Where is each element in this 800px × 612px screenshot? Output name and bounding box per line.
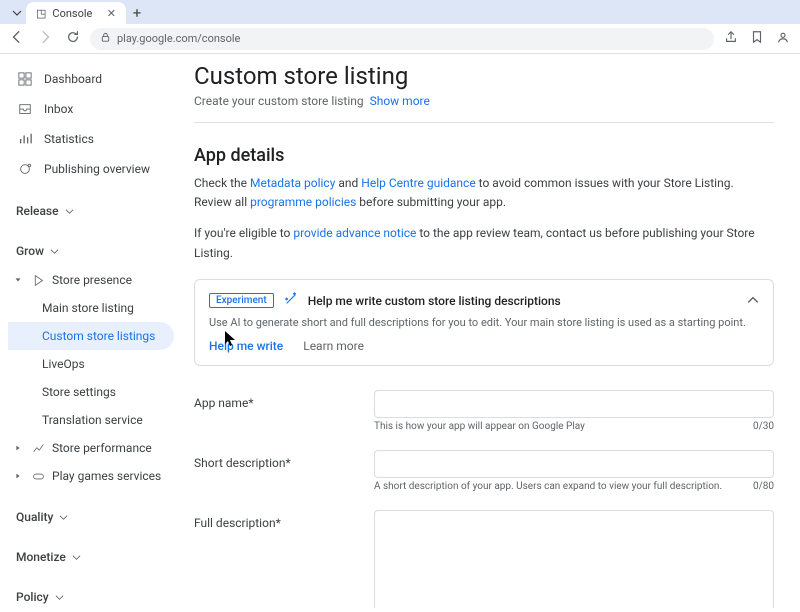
sidebar-item-publishing[interactable]: Publishing overview (8, 154, 180, 184)
experiment-title: Help me write custom store listing descr… (308, 294, 561, 308)
short-desc-counter: 0/80 (753, 481, 774, 492)
sidebar-item-main-listing[interactable]: Main store listing (8, 294, 174, 322)
magic-wand-icon (284, 292, 298, 310)
app-name-input[interactable] (374, 390, 774, 418)
chevron-down-icon (65, 207, 74, 216)
sidebar-item-dashboard[interactable]: Dashboard (8, 64, 180, 94)
divider (194, 122, 774, 123)
sidebar-section-label: Grow (16, 244, 44, 258)
sidebar-item-liveops[interactable]: LiveOps (8, 350, 174, 378)
full-desc-input[interactable] (374, 510, 774, 608)
address-bar[interactable]: play.google.com/console (90, 28, 714, 50)
dashboard-icon (16, 72, 34, 86)
reload-icon[interactable] (66, 30, 80, 48)
caret-down-icon (14, 273, 24, 287)
app-name-helper: This is how your app will appear on Goog… (374, 421, 585, 432)
programme-policies-link[interactable]: programme policies (250, 195, 356, 209)
back-icon[interactable] (10, 30, 24, 48)
browser-toolbar: play.google.com/console (0, 24, 800, 54)
sidebar-item-store-presence[interactable]: Store presence (8, 266, 180, 294)
short-desc-label: Short description* (194, 450, 374, 492)
experiment-description: Use AI to generate short and full descri… (209, 316, 759, 329)
publishing-icon (16, 162, 34, 176)
metadata-policy-link[interactable]: Metadata policy (250, 176, 335, 190)
app-details-paragraph-2: If you're eligible to provide advance no… (194, 224, 774, 262)
tab-favicon: ◳ (36, 7, 46, 20)
chevron-down-icon (72, 553, 81, 562)
statistics-icon (16, 132, 34, 146)
caret-right-icon (14, 469, 24, 483)
sidebar-item-translation[interactable]: Translation service (8, 406, 174, 434)
app-name-counter: 0/30 (753, 421, 774, 432)
advance-notice-link[interactable]: provide advance notice (293, 226, 416, 240)
browser-tab[interactable]: ◳ Console ✕ (26, 2, 126, 24)
sidebar-item-store-performance[interactable]: Store performance (8, 434, 180, 462)
chevron-up-icon[interactable] (747, 294, 759, 310)
new-tab-button[interactable]: + (126, 2, 148, 24)
page-subtitle: Create your custom store listing Show mo… (194, 94, 774, 108)
close-icon[interactable]: ✕ (107, 7, 116, 20)
help-me-write-button[interactable]: Help me write (209, 339, 283, 353)
sidebar-item-label: Dashboard (44, 72, 102, 86)
games-icon (30, 470, 46, 483)
sidebar-section-grow[interactable]: Grow (8, 236, 180, 266)
forward-icon[interactable] (38, 30, 52, 48)
browser-tab-strip: ◳ Console ✕ + (0, 0, 800, 24)
sidebar-section-label: Quality (16, 510, 53, 524)
app-name-label: App name* (194, 390, 374, 432)
form-row-full-desc: Full description* 0/4000 (194, 510, 774, 608)
sidebar-item-label: Store presence (52, 273, 132, 287)
experiment-badge: Experiment (209, 293, 274, 308)
play-icon (30, 274, 46, 287)
page-title: Custom store listing (194, 62, 774, 90)
trend-icon (30, 442, 46, 455)
chevron-down-icon (55, 593, 64, 602)
lock-icon (100, 32, 111, 46)
sidebar-section-release[interactable]: Release (8, 196, 180, 226)
url-text: play.google.com/console (117, 32, 240, 45)
sidebar-item-play-games[interactable]: Play games services (8, 462, 180, 490)
show-more-link[interactable]: Show more (370, 94, 430, 108)
sidebar-item-label: Play games services (52, 469, 161, 483)
short-desc-input[interactable] (374, 450, 774, 478)
form-row-short-desc: Short description* A short description o… (194, 450, 774, 492)
sidebar-item-statistics[interactable]: Statistics (8, 124, 180, 154)
sidebar-item-label: Store performance (52, 441, 152, 455)
full-desc-label: Full description* (194, 510, 374, 608)
app-details-paragraph-1: Check the Metadata policy and Help Centr… (194, 174, 774, 212)
inbox-icon (16, 102, 34, 116)
sidebar-section-label: Monetize (16, 550, 66, 564)
sidebar-section-label: Release (16, 204, 59, 218)
tab-title: Console (52, 7, 92, 20)
sidebar-section-label: Policy (16, 590, 49, 604)
experiment-panel: Experiment Help me write custom store li… (194, 279, 774, 366)
caret-right-icon (14, 441, 24, 455)
chevron-down-icon (59, 513, 68, 522)
section-heading-app-details: App details (194, 145, 774, 166)
sidebar-section-monetize[interactable]: Monetize (8, 542, 180, 572)
sidebar-item-store-settings[interactable]: Store settings (8, 378, 174, 406)
bookmark-icon[interactable] (750, 30, 764, 48)
sidebar: Dashboard Inbox Statistics Publishing ov… (0, 54, 180, 608)
tab-dropdown[interactable] (8, 2, 26, 24)
chevron-down-icon (50, 247, 59, 256)
profile-icon[interactable] (776, 30, 790, 48)
help-centre-link[interactable]: Help Centre guidance (361, 176, 475, 190)
sidebar-item-label: Publishing overview (44, 162, 150, 176)
main-content: Custom store listing Create your custom … (180, 54, 800, 608)
learn-more-link[interactable]: Learn more (303, 339, 364, 353)
sidebar-item-label: Statistics (44, 132, 94, 146)
short-desc-helper: A short description of your app. Users c… (374, 481, 722, 492)
sidebar-section-quality[interactable]: Quality (8, 502, 180, 532)
share-icon[interactable] (724, 30, 738, 48)
sidebar-item-custom-listings[interactable]: Custom store listings (8, 322, 174, 350)
sidebar-item-inbox[interactable]: Inbox (8, 94, 180, 124)
form-row-app-name: App name* This is how your app will appe… (194, 390, 774, 432)
sidebar-item-label: Inbox (44, 102, 73, 116)
